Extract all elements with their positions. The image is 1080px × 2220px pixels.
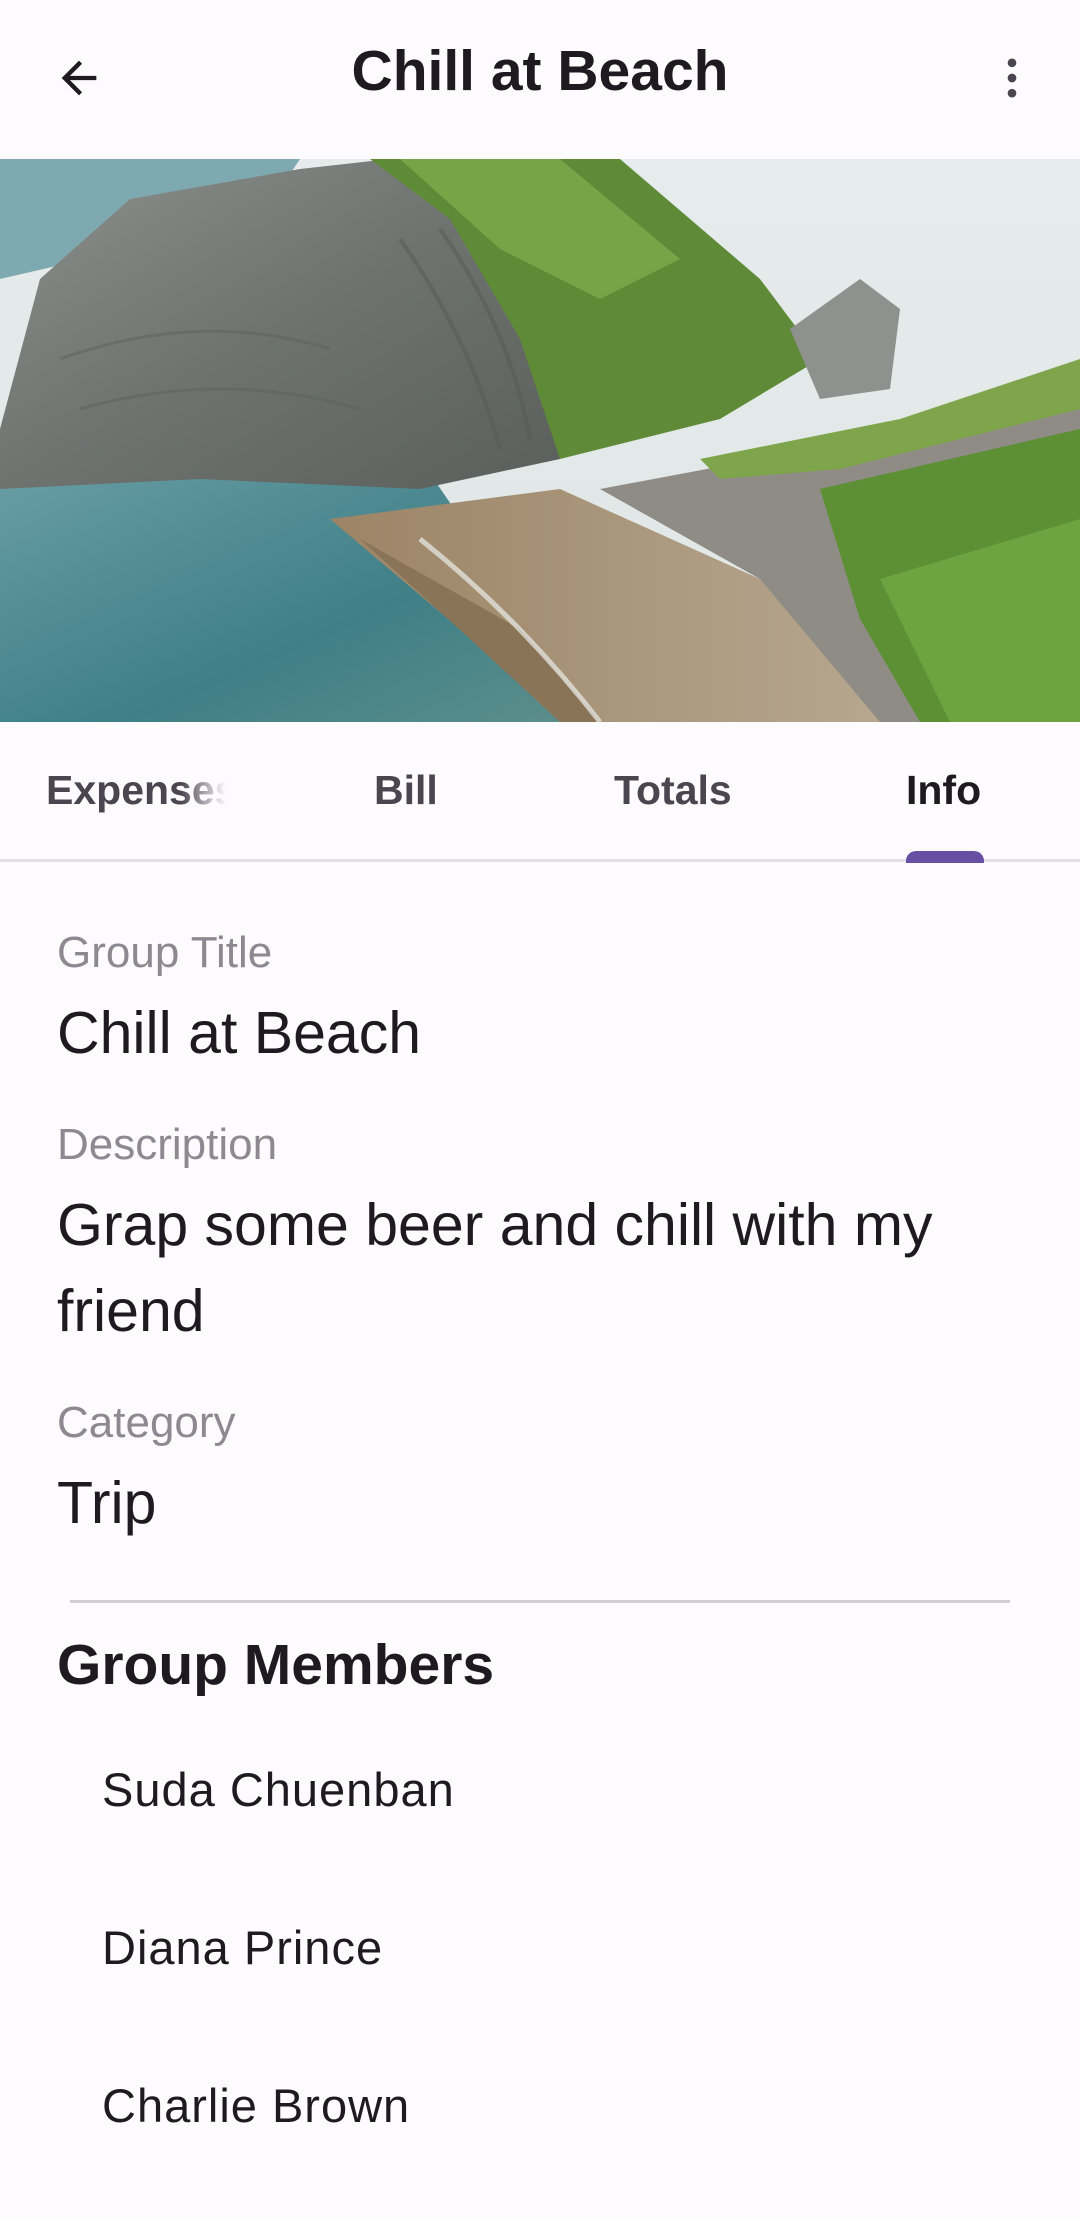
group-cover-image <box>0 159 1080 722</box>
group-title-value: Chill at Beach <box>57 1000 422 1066</box>
member-item[interactable]: Suda Chuenban <box>102 1762 455 1817</box>
tab-bar: Expenses Bill Totals Info <box>0 722 1080 862</box>
more-options-button[interactable] <box>972 40 1052 120</box>
active-tab-indicator <box>906 851 984 863</box>
page-title: Chill at Beach <box>351 39 729 103</box>
tab-expenses[interactable]: Expenses <box>46 722 226 859</box>
member-item[interactable]: Diana Prince <box>102 1920 383 1975</box>
category-value: Trip <box>57 1470 157 1536</box>
divider <box>70 1600 1010 1603</box>
group-title-label: Group Title <box>57 928 273 977</box>
app-bar: Chill at Beach <box>0 0 1080 159</box>
group-members-heading: Group Members <box>57 1633 495 1697</box>
description-label: Description <box>57 1120 278 1169</box>
category-label: Category <box>57 1398 236 1447</box>
description-value: Grap some beer and chill with my friend <box>57 1192 933 1344</box>
tab-bill[interactable]: Bill <box>374 722 438 859</box>
beach-cliff-illustration <box>0 159 1080 722</box>
member-item[interactable]: Charlie Brown <box>102 2078 410 2133</box>
tab-info[interactable]: Info <box>906 722 981 859</box>
more-vert-icon <box>986 52 1038 109</box>
tab-totals[interactable]: Totals <box>614 722 732 859</box>
